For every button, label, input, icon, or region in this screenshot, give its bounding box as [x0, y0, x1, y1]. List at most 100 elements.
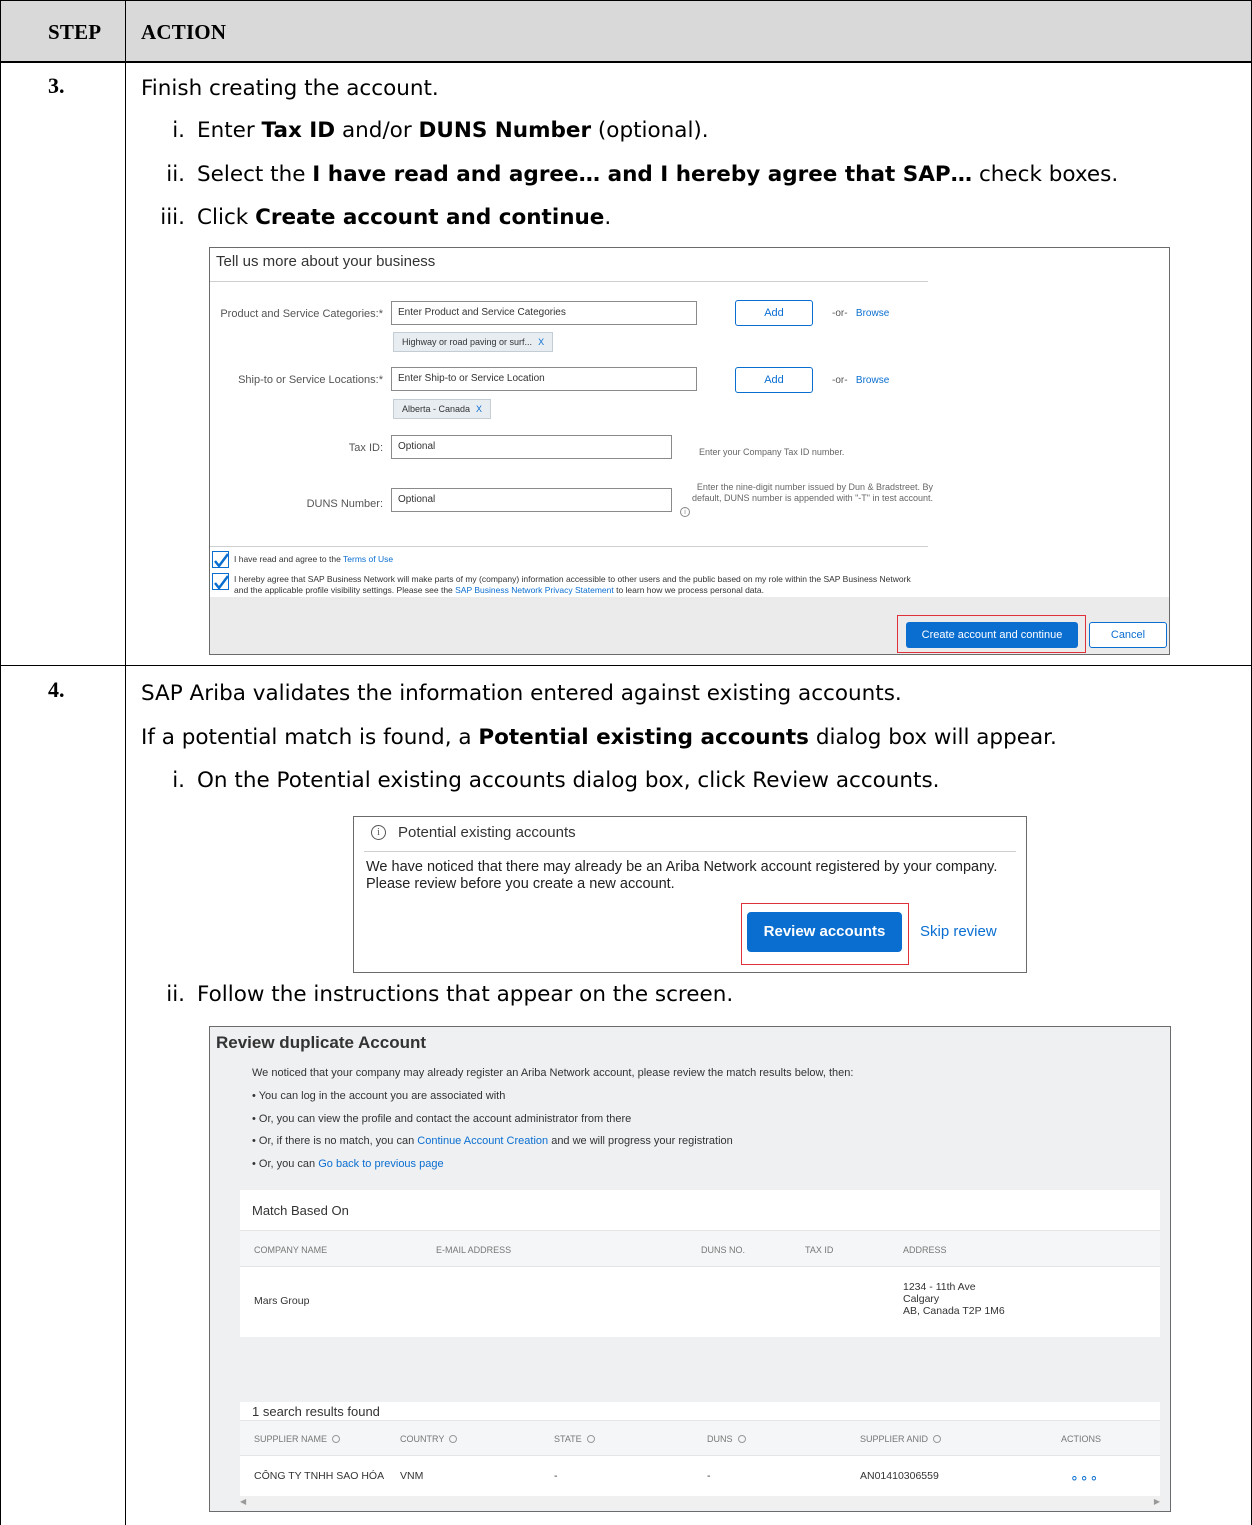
terms-text: I have read and agree to the Terms of Us…: [234, 554, 394, 564]
substep-2: ii. Select the I have read and agree… and…: [141, 162, 1118, 187]
skip-review-link[interactable]: Skip review: [920, 923, 997, 940]
chip-remove-icon[interactable]: X: [476, 404, 482, 414]
form-title: Tell us more about your business: [216, 253, 436, 270]
tax-id-input[interactable]: Optional: [391, 435, 672, 459]
substep-numeral: ii.: [166, 162, 185, 187]
sort-icon[interactable]: [586, 1435, 595, 1443]
supplier-state: -: [554, 1470, 558, 1482]
header-step: STEP: [48, 20, 102, 44]
review-bullet: • You can log in the account you are ass…: [252, 1090, 506, 1102]
match-table-header: COMPANY NAME E-MAIL ADDRESS DUNS NO. TAX…: [240, 1230, 1160, 1267]
column-header: ACTIONS: [1061, 1434, 1102, 1444]
column-header[interactable]: SUPPLIER ANID: [860, 1434, 942, 1444]
chip-remove-icon[interactable]: X: [538, 337, 544, 347]
browse-locations-link[interactable]: Browse: [856, 375, 889, 386]
column-divider: [125, 0, 126, 1525]
add-location-button[interactable]: Add: [735, 367, 813, 393]
match-card: Match Based On COMPANY NAME E-MAIL ADDRE…: [240, 1190, 1160, 1337]
supplier-duns: -: [707, 1470, 711, 1482]
supplier-country: VNM: [400, 1470, 424, 1482]
review-duplicate-screenshot: Review duplicate Account We noticed that…: [209, 1026, 1171, 1512]
row-divider: [0, 62, 1252, 63]
supplier-anid: AN01410306559: [860, 1470, 939, 1482]
sort-icon[interactable]: [332, 1435, 341, 1443]
create-account-button[interactable]: Create account and continue: [906, 622, 1078, 648]
substep-2: ii. Follow the instructions that appear o…: [141, 982, 733, 1007]
sort-icon[interactable]: [933, 1435, 942, 1443]
divider: [364, 851, 1016, 852]
step-intro: SAP Ariba validates the information ente…: [141, 681, 902, 706]
column-header: TAX ID: [805, 1245, 834, 1255]
horizontal-scrollbar[interactable]: ◀ ▶: [240, 1496, 1162, 1508]
location-chip: Alberta - Canada X: [393, 399, 492, 419]
substep-numeral: ii.: [166, 982, 185, 1007]
step-number: 3.: [48, 73, 65, 98]
substep-1: i. Enter Tax ID and/or DUNS Number (optio…: [141, 118, 708, 143]
or-label: -or- Browse: [832, 308, 890, 319]
terms-of-use-link[interactable]: Terms of Use: [343, 554, 393, 564]
column-header[interactable]: DUNS: [707, 1434, 746, 1444]
column-header[interactable]: STATE: [554, 1434, 595, 1444]
results-table-header: SUPPLIER NAME COUNTRY STATE DUNS SUPPLIE…: [240, 1420, 1160, 1456]
duns-label: DUNS Number:: [306, 498, 383, 510]
locations-label: Ship-to or Service Locations:*: [238, 374, 383, 386]
business-form-screenshot: Tell us more about your business Product…: [209, 247, 1170, 655]
browse-categories-link[interactable]: Browse: [856, 308, 889, 319]
duns-hint: Enter the nine-digit number issued by Du…: [691, 482, 933, 503]
divider: [210, 546, 928, 547]
column-header[interactable]: SUPPLIER NAME: [254, 1434, 341, 1444]
go-back-link[interactable]: Go back to previous page: [318, 1158, 443, 1170]
terms-checkbox[interactable]: [212, 551, 229, 569]
column-header[interactable]: COUNTRY: [400, 1434, 458, 1444]
potential-accounts-dialog: i Potential existing accounts We have no…: [353, 816, 1027, 973]
step-intro: Finish creating the account.: [141, 76, 439, 101]
substep-3: iii. Click Create account and continue.: [141, 205, 611, 230]
more-actions-icon[interactable]: ∘∘∘: [1070, 1469, 1099, 1486]
results-card: 1 search results found SUPPLIER NAME COU…: [240, 1402, 1160, 1497]
tax-id-hint: Enter your Company Tax ID number.: [699, 447, 845, 457]
header-action: ACTION: [141, 20, 227, 44]
sort-icon[interactable]: [449, 1435, 458, 1443]
locations-input[interactable]: Enter Ship-to or Service Location: [391, 367, 697, 391]
categories-input[interactable]: Enter Product and Service Categories: [391, 301, 697, 325]
substep-numeral: i.: [172, 118, 185, 143]
substep-1: i. On the Potential existing accounts dia…: [141, 768, 939, 793]
scroll-right-icon[interactable]: ▶: [1154, 1497, 1160, 1506]
duns-input[interactable]: Optional: [391, 488, 672, 512]
review-bullet: • Or, you can Go back to previous page: [252, 1158, 444, 1170]
cancel-button[interactable]: Cancel: [1089, 622, 1167, 648]
scroll-left-icon[interactable]: ◀: [240, 1497, 246, 1506]
tax-id-label: Tax ID:: [348, 442, 383, 454]
or-label: -or- Browse: [832, 375, 890, 386]
review-accounts-button[interactable]: Review accounts: [747, 912, 902, 952]
divider: [210, 281, 928, 282]
column-header: DUNS NO.: [701, 1245, 746, 1255]
supplier-name: CÔNG TY TNHH SAO HÓA: [254, 1470, 385, 1482]
review-title: Review duplicate Account: [216, 1033, 427, 1052]
privacy-text: I hereby agree that SAP Business Network…: [234, 574, 911, 595]
match-company: Mars Group: [254, 1295, 310, 1307]
row-divider: [0, 665, 1252, 666]
add-category-button[interactable]: Add: [735, 300, 813, 326]
dialog-body: We have noticed that there may already b…: [366, 859, 998, 892]
categories-label: Product and Service Categories:*: [220, 308, 383, 320]
column-header: COMPANY NAME: [254, 1245, 328, 1255]
category-chip: Highway or road paving or surf... X: [393, 332, 554, 352]
sort-icon[interactable]: [737, 1435, 746, 1443]
instruction-table: STEP ACTION 3. Finish creating the accou…: [0, 0, 1252, 1525]
column-header: E-MAIL ADDRESS: [436, 1245, 512, 1255]
substep-numeral: i.: [172, 768, 185, 793]
info-icon[interactable]: i: [680, 507, 690, 517]
privacy-checkbox[interactable]: [212, 573, 229, 591]
review-bullet: • Or, if there is no match, you can Cont…: [252, 1135, 733, 1147]
match-card-title: Match Based On: [252, 1203, 349, 1218]
step-note: If a potential match is found, a Potenti…: [141, 725, 1057, 750]
continue-account-creation-link[interactable]: Continue Account Creation: [417, 1135, 548, 1147]
review-intro: We noticed that your company may already…: [252, 1067, 854, 1079]
dialog-title: Potential existing accounts: [398, 824, 576, 841]
info-icon: i: [371, 825, 386, 840]
table-left-border: [0, 0, 1, 1525]
step-number: 4.: [48, 677, 65, 702]
privacy-statement-link[interactable]: SAP Business Network Privacy Statement: [455, 585, 614, 595]
review-bullet: • Or, you can view the profile and conta…: [252, 1113, 632, 1125]
